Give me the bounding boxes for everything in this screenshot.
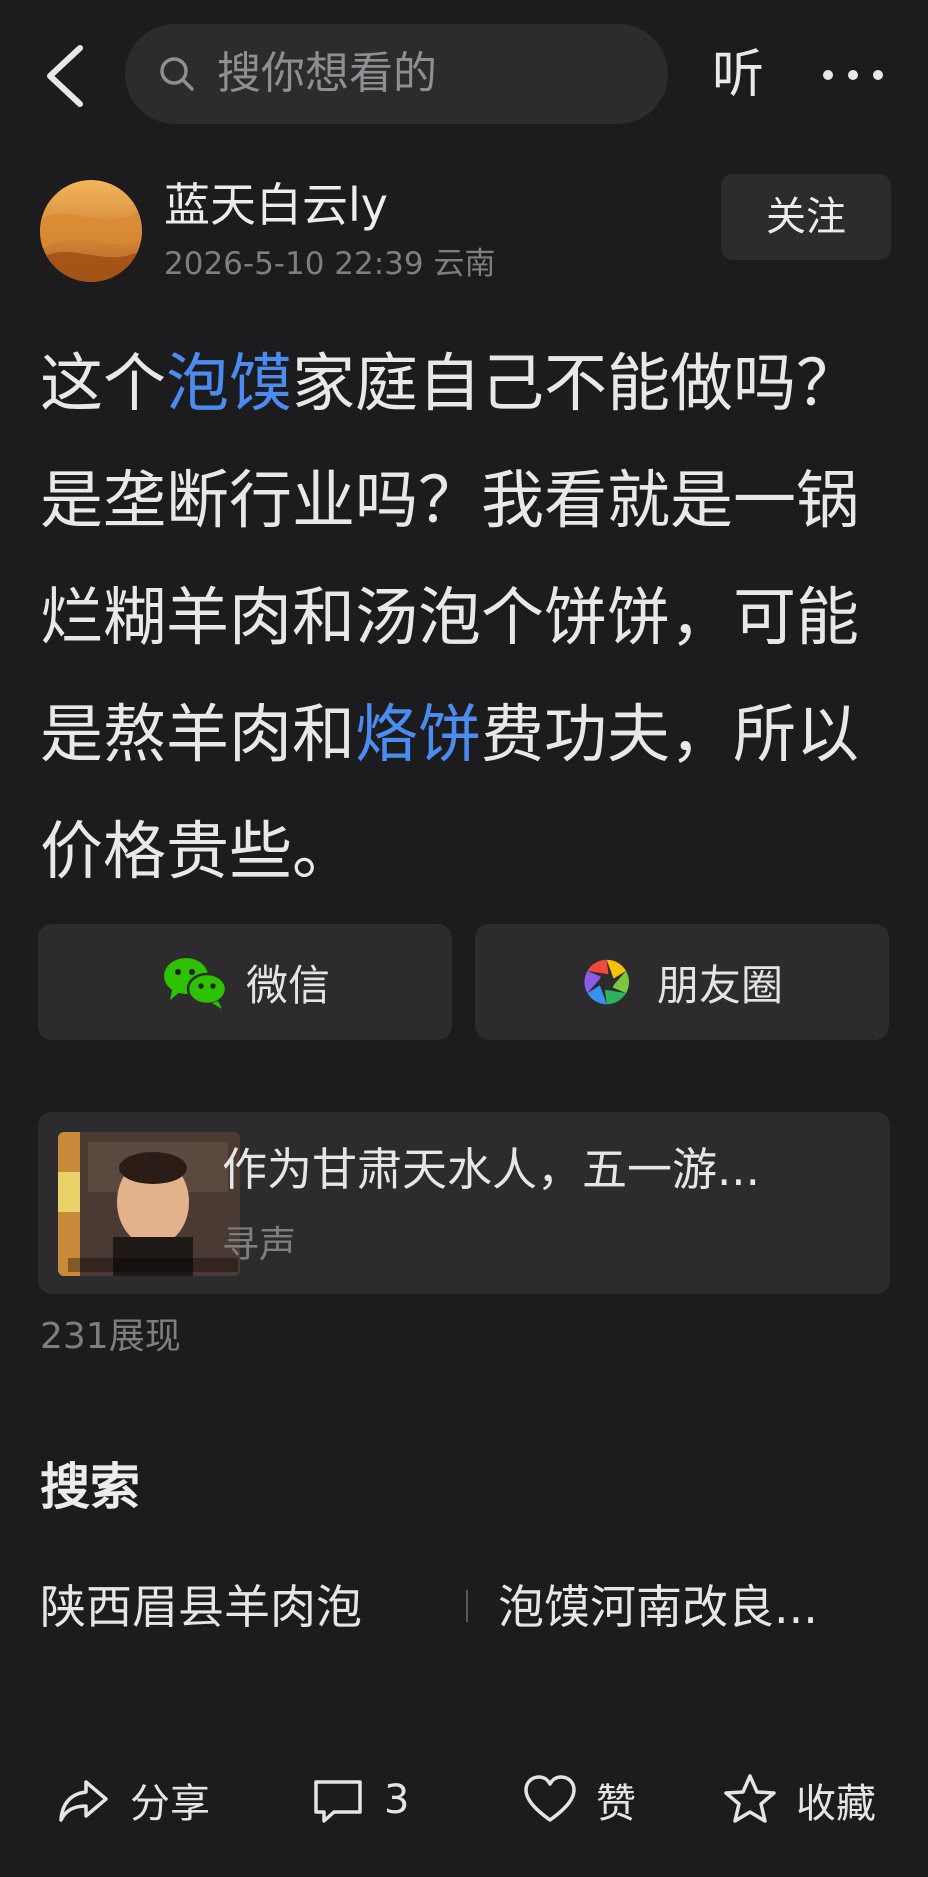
search-section-title: 搜索 (40, 1458, 140, 1516)
post-text: 这个 (40, 347, 166, 420)
moments-icon (584, 959, 629, 1005)
search-icon (160, 57, 194, 91)
avatar[interactable] (40, 180, 142, 282)
listen-button[interactable]: 听 (712, 30, 764, 120)
avatar-image (40, 180, 142, 282)
wechat-icon (163, 958, 228, 1009)
like-label: 赞 (596, 1781, 636, 1827)
moments-label: 朋友圈 (656, 960, 783, 1010)
favorite-button[interactable]: 收藏 (722, 1750, 876, 1850)
related-video-card[interactable]: 作为甘肃天水人，五一游... 寻声 (38, 1112, 890, 1294)
bottom-action-bar: 分享 3 赞 收藏 (0, 1750, 928, 1850)
chevron-left-icon (47, 45, 83, 107)
post-meta: 2026-5-10 22:39 云南 (164, 246, 496, 282)
back-button[interactable] (38, 40, 92, 112)
search-suggestion[interactable]: 泡馍河南改良... (498, 1572, 818, 1642)
share-arrow-icon (59, 1780, 108, 1822)
like-button[interactable]: 赞 (522, 1750, 636, 1850)
keyword-link[interactable]: 泡馍 (166, 347, 292, 420)
star-icon (724, 1774, 776, 1823)
search-placeholder: 搜你想看的 (217, 48, 437, 99)
follow-button[interactable]: 关注 (721, 174, 891, 260)
share-moments-button[interactable]: 朋友圈 (475, 924, 889, 1040)
share-label: 分享 (130, 1781, 210, 1827)
view-count: 231展现 (40, 1316, 181, 1357)
share-wechat-button[interactable]: 微信 (38, 924, 452, 1040)
wechat-label: 微信 (245, 960, 330, 1010)
comment-icon (314, 1780, 362, 1823)
related-source: 寻声 (222, 1223, 296, 1266)
comment-button[interactable]: 3 (310, 1750, 409, 1850)
search-input[interactable]: 搜你想看的 (125, 24, 668, 124)
video-thumbnail (58, 1132, 240, 1276)
keyword-link[interactable]: 烙饼 (355, 698, 481, 771)
comment-count: 3 (384, 1777, 410, 1823)
share-button[interactable]: 分享 (56, 1750, 210, 1850)
top-bar: 搜你想看的 听 (0, 0, 928, 150)
divider (466, 1590, 468, 1622)
author-name[interactable]: 蓝天白云ly (164, 176, 388, 234)
related-title: 作为甘肃天水人，五一游... (222, 1143, 760, 1196)
search-suggestion[interactable]: 陕西眉县羊肉泡 (40, 1572, 362, 1642)
more-dots-icon (823, 70, 883, 80)
heart-icon (524, 1775, 576, 1822)
post-content: 这个泡馍家庭自己不能做吗？是垄断行业吗？我看就是一锅烂糊羊肉和汤泡个饼饼，可能是… (40, 325, 900, 910)
more-button[interactable] (818, 40, 888, 110)
thumbnail-image (58, 1132, 240, 1276)
favorite-label: 收藏 (796, 1781, 876, 1827)
